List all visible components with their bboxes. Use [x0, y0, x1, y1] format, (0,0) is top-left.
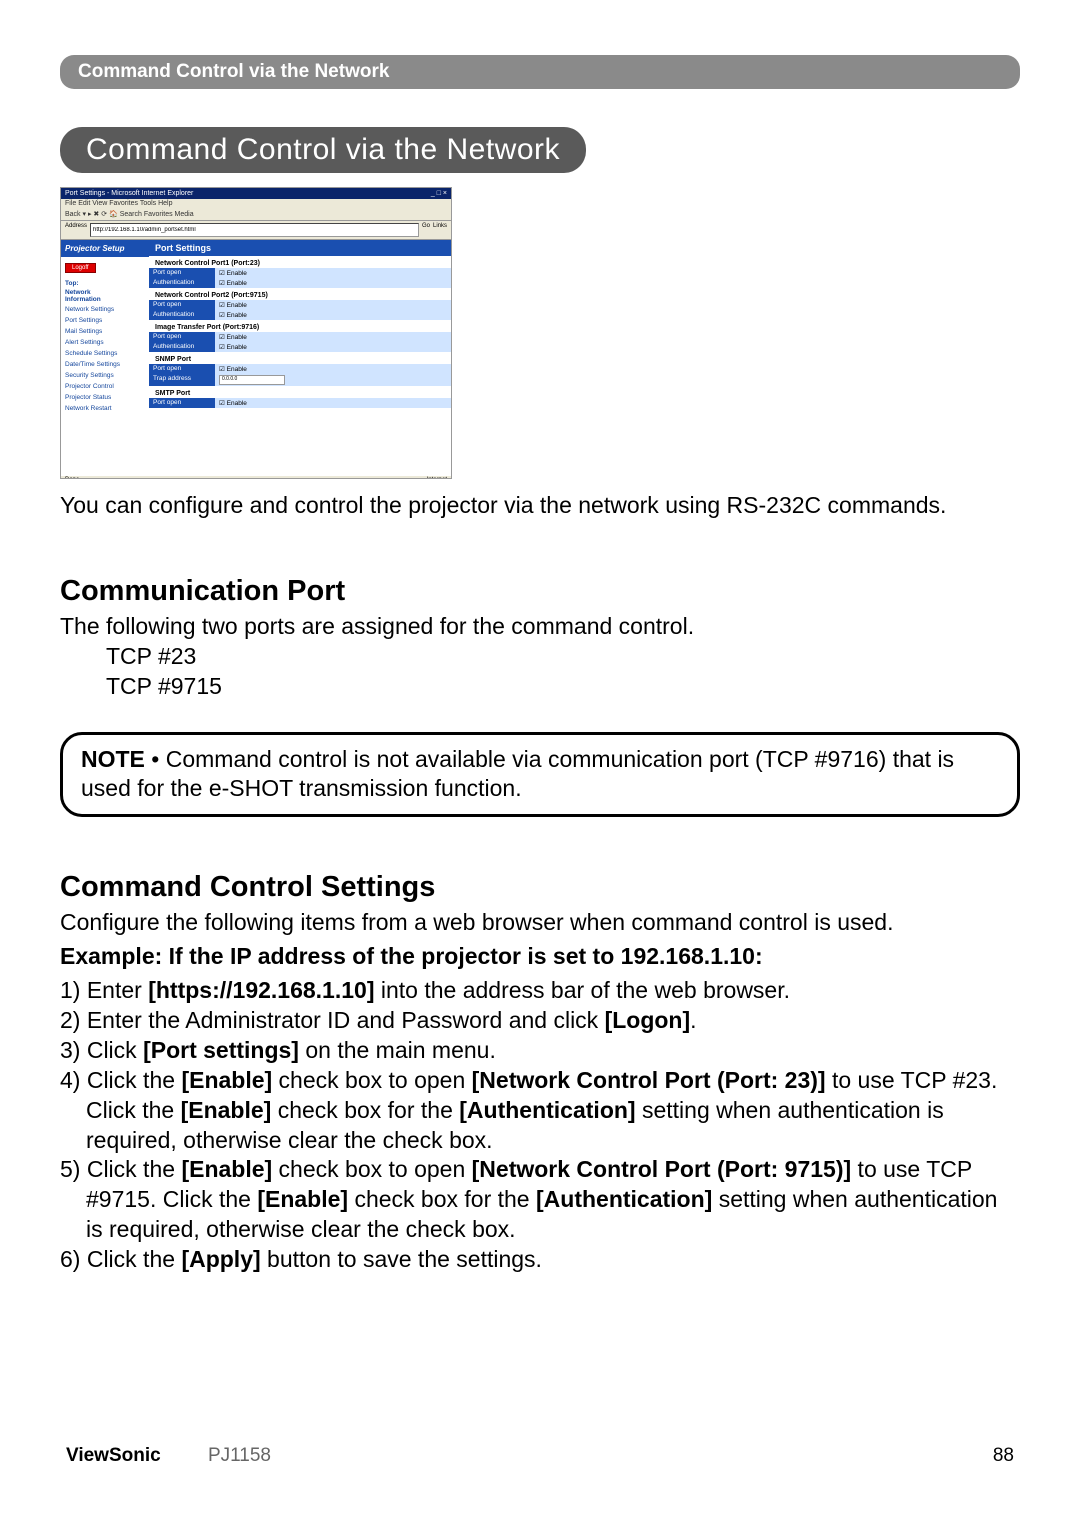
- port-setting-row: Port open☑ Enable: [149, 364, 451, 374]
- port-item: TCP #9715: [106, 672, 1020, 702]
- page-footer: ViewSonic PJ1158 88: [60, 1445, 1020, 1467]
- steps-list: 1) Enter [https://192.168.1.10] into the…: [60, 976, 1020, 1275]
- sidebar-netinfo: Network Information: [61, 288, 149, 304]
- port-section-title: Image Transfer Port (Port:9716): [149, 320, 451, 332]
- note-text: • Command control is not available via c…: [81, 746, 954, 802]
- communication-port-heading: Communication Port: [60, 575, 1020, 608]
- port-setting-row: Port open☑ Enable: [149, 398, 451, 408]
- panel-title: Port Settings: [149, 240, 451, 256]
- footer-model: PJ1158: [208, 1445, 271, 1466]
- row-value: ☑ Enable: [215, 342, 451, 352]
- step-item: 6) Click the [Apply] button to save the …: [60, 1245, 1020, 1275]
- command-control-settings-heading: Command Control Settings: [60, 871, 1020, 904]
- sidebar-item: Projector Status: [61, 392, 149, 403]
- communication-port-text: The following two ports are assigned for…: [60, 612, 1020, 642]
- browser-screenshot: Port Settings - Microsoft Internet Explo…: [60, 187, 452, 479]
- row-label: Port open: [149, 398, 215, 408]
- row-value: ☑ Enable: [215, 268, 451, 278]
- step-item: 4) Click the [Enable] check box to open …: [60, 1066, 1020, 1156]
- command-control-settings-text: Configure the following items from a web…: [60, 908, 1020, 938]
- main-title-pill: Command Control via the Network: [60, 127, 586, 173]
- logoff-button: Logoff: [65, 263, 96, 273]
- row-value: ☑ Enable: [215, 398, 451, 408]
- row-label: Trap address: [149, 374, 215, 386]
- status-right: Internet: [427, 477, 447, 479]
- sidebar-item: Port Settings: [61, 315, 149, 326]
- address-input[interactable]: [90, 223, 419, 237]
- port-section-title: SNMP Port: [149, 352, 451, 364]
- browser-statusbar: Done Internet: [61, 476, 451, 479]
- row-label: Port open: [149, 268, 215, 278]
- note-box: NOTE • Command control is not available …: [60, 732, 1020, 818]
- port-settings-panel: Port Settings Network Control Port1 (Por…: [149, 240, 451, 476]
- sidebar-item: Alert Settings: [61, 337, 149, 348]
- port-list: TCP #23 TCP #9715: [60, 642, 1020, 702]
- row-value: ☑ Enable: [215, 364, 451, 374]
- sidebar-item: Projector Control: [61, 381, 149, 392]
- row-label: Port open: [149, 364, 215, 374]
- row-label: Port open: [149, 300, 215, 310]
- port-setting-row: Port open☑ Enable: [149, 268, 451, 278]
- example-line: Example: If the IP address of the projec…: [60, 942, 1020, 972]
- port-setting-row: Authentication☑ Enable: [149, 342, 451, 352]
- footer-brand: ViewSonic: [66, 1445, 161, 1466]
- status-left: Done: [65, 477, 79, 479]
- window-titlebar: Port Settings - Microsoft Internet Explo…: [61, 188, 451, 199]
- row-label: Authentication: [149, 310, 215, 320]
- browser-toolbar: Back ▾ ▸ ✖ ⟳ 🏠 Search Favorites Media: [61, 208, 451, 221]
- intro-paragraph: You can configure and control the projec…: [60, 491, 1020, 521]
- browser-menu: File Edit View Favorites Tools Help: [61, 199, 451, 208]
- row-value: ☑ Enable: [215, 310, 451, 320]
- port-section-title: Network Control Port1 (Port:23): [149, 256, 451, 268]
- sidebar-item: Security Settings: [61, 370, 149, 381]
- sidebar-item: Network Restart: [61, 403, 149, 414]
- port-section-title: SMTP Port: [149, 386, 451, 398]
- row-label: Authentication: [149, 278, 215, 288]
- row-value: ☑ Enable: [215, 278, 451, 288]
- row-label: Authentication: [149, 342, 215, 352]
- projector-sidebar: Projector Setup Logoff Top: Network Info…: [61, 240, 149, 476]
- sidebar-top: Top:: [61, 279, 149, 288]
- go-button: Go: [422, 223, 430, 237]
- port-setting-row: Port open☑ Enable: [149, 300, 451, 310]
- port-setting-row: Port open☑ Enable: [149, 332, 451, 342]
- row-value: 0.0.0.0: [215, 374, 451, 386]
- sidebar-brand: Projector Setup: [61, 240, 149, 257]
- window-title: Port Settings - Microsoft Internet Explo…: [65, 190, 193, 197]
- step-item: 1) Enter [https://192.168.1.10] into the…: [60, 976, 1020, 1006]
- row-label: Port open: [149, 332, 215, 342]
- step-item: 2) Enter the Administrator ID and Passwo…: [60, 1006, 1020, 1036]
- sidebar-item: Mail Settings: [61, 326, 149, 337]
- port-item: TCP #23: [106, 642, 1020, 672]
- row-value: ☑ Enable: [215, 332, 451, 342]
- step-item: 5) Click the [Enable] check box to open …: [60, 1155, 1020, 1245]
- sidebar-item: Date/Time Settings: [61, 359, 149, 370]
- step-item: 3) Click [Port settings] on the main men…: [60, 1036, 1020, 1066]
- browser-address-bar: Address Go Links: [61, 221, 451, 240]
- port-section-title: Network Control Port2 (Port:9715): [149, 288, 451, 300]
- window-controls: _ □ ×: [431, 190, 447, 197]
- example-bold: Example: If the IP address of the projec…: [60, 943, 763, 969]
- sidebar-item: Schedule Settings: [61, 348, 149, 359]
- port-setting-row: Trap address 0.0.0.0: [149, 374, 451, 386]
- links-label: Links: [433, 223, 447, 237]
- address-label: Address: [65, 223, 87, 237]
- sidebar-item: Network Settings: [61, 304, 149, 315]
- port-setting-row: Authentication☑ Enable: [149, 278, 451, 288]
- port-setting-row: Authentication☑ Enable: [149, 310, 451, 320]
- note-label: NOTE: [81, 746, 145, 772]
- row-value: ☑ Enable: [215, 300, 451, 310]
- trap-address-input: 0.0.0.0: [219, 375, 285, 385]
- page-header-bar: Command Control via the Network: [60, 55, 1020, 89]
- footer-page-number: 88: [993, 1445, 1014, 1467]
